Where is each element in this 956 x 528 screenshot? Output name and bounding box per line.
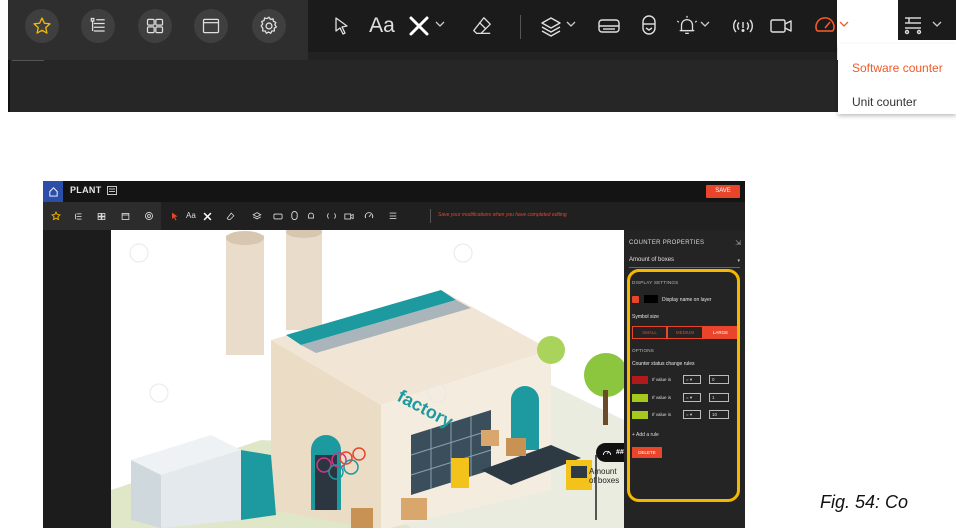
dropdown-item-unit-counter[interactable]: Unit counter [852,95,917,109]
counter-value: #### [616,449,624,456]
select-chevron-down-icon[interactable]: ▾ [737,258,740,264]
app-toolbar-divider [430,209,431,223]
layers-list-icon[interactable] [81,9,115,43]
app-scanner-icon[interactable] [271,209,285,223]
text-tool-label: Aa [369,14,395,37]
save-notice: Save your modifications when you have co… [438,212,567,218]
app-alarm-icon[interactable] [304,209,318,223]
app-eraser-icon[interactable] [223,209,237,223]
select-underline [629,267,740,268]
app-layers-icon[interactable] [250,209,264,223]
app-toolbar: Aa Save your modifications when you have… [43,202,745,230]
alarm-icon[interactable] [670,9,704,43]
app-layers-list-icon[interactable] [71,209,85,223]
signal-icon[interactable] [726,9,760,43]
gauge-chevron-down-icon[interactable] [839,20,849,28]
app-text-icon[interactable]: Aa [186,211,196,220]
sensor-icon[interactable] [632,9,666,43]
app-window-icon[interactable] [118,209,132,223]
app-screenshot: PLANT SAVE Aa Save your modifications wh… [43,181,745,528]
tools-icon[interactable] [402,9,436,43]
zoomed-toolbar: Aa [8,0,849,112]
eraser-icon[interactable] [465,9,499,43]
app-sensor-icon[interactable] [287,209,301,223]
camera-icon[interactable] [764,9,798,43]
title-menu-icon[interactable] [107,186,117,195]
panel-header: COUNTER PROPERTIES [629,240,705,246]
dropdown-item-software-counter[interactable]: Software counter [852,61,943,75]
toolbar-divider [520,15,521,39]
star-icon[interactable] [25,9,59,43]
highlight-box [627,269,740,502]
app-conveyor-icon[interactable] [386,209,400,223]
conveyor-button[interactable] [898,10,928,40]
text-icon[interactable]: Aa [365,9,399,43]
pin-icon[interactable]: ⇲ [735,239,741,247]
gear-icon[interactable] [252,9,286,43]
conveyor-chevron-area[interactable] [928,10,956,40]
save-button[interactable]: SAVE [706,185,740,198]
tools-chevron-down-icon[interactable] [435,20,445,28]
app-pointer-icon[interactable] [168,209,182,223]
layers-icon[interactable] [534,9,568,43]
app-signal-icon[interactable] [324,209,338,223]
app-titlebar [43,181,745,202]
grid-icon[interactable] [138,9,172,43]
scanner-icon[interactable] [592,9,626,43]
app-camera-icon[interactable] [342,209,356,223]
counter-type-dropdown: Software counter Unit counter [838,44,956,114]
pointer-icon[interactable] [325,9,359,43]
toolbar-subarea [8,60,839,112]
toolbar-strip-end [898,0,956,10]
figure-caption: Fig. 54: Co [820,492,909,512]
gauge-icon[interactable] [808,9,842,43]
window-icon[interactable] [194,9,228,43]
page-title: PLANT [70,185,102,195]
plant-canvas[interactable]: factory ## Amount of boxes [111,230,624,528]
counter-gauge-icon [602,450,612,456]
conveyor-icon [904,17,922,35]
left-strip [43,230,111,528]
alarm-chevron-down-icon[interactable] [700,20,710,28]
counter-select[interactable]: Amount of boxes [629,257,674,263]
counter-widget[interactable]: #### [596,443,624,462]
home-icon [48,187,58,197]
layers-chevron-down-icon[interactable] [566,20,576,28]
factory-illustration: factory [111,230,624,528]
home-button[interactable] [43,181,63,202]
app-grid-icon[interactable] [94,209,108,223]
conveyor-chevron-down-icon [932,21,942,27]
app-tools-icon[interactable] [200,209,214,223]
app-gauge-icon[interactable] [362,209,376,223]
app-star-icon[interactable] [49,209,63,223]
app-gear-icon[interactable] [142,209,156,223]
counter-name-label: Amount of boxes [589,467,620,485]
